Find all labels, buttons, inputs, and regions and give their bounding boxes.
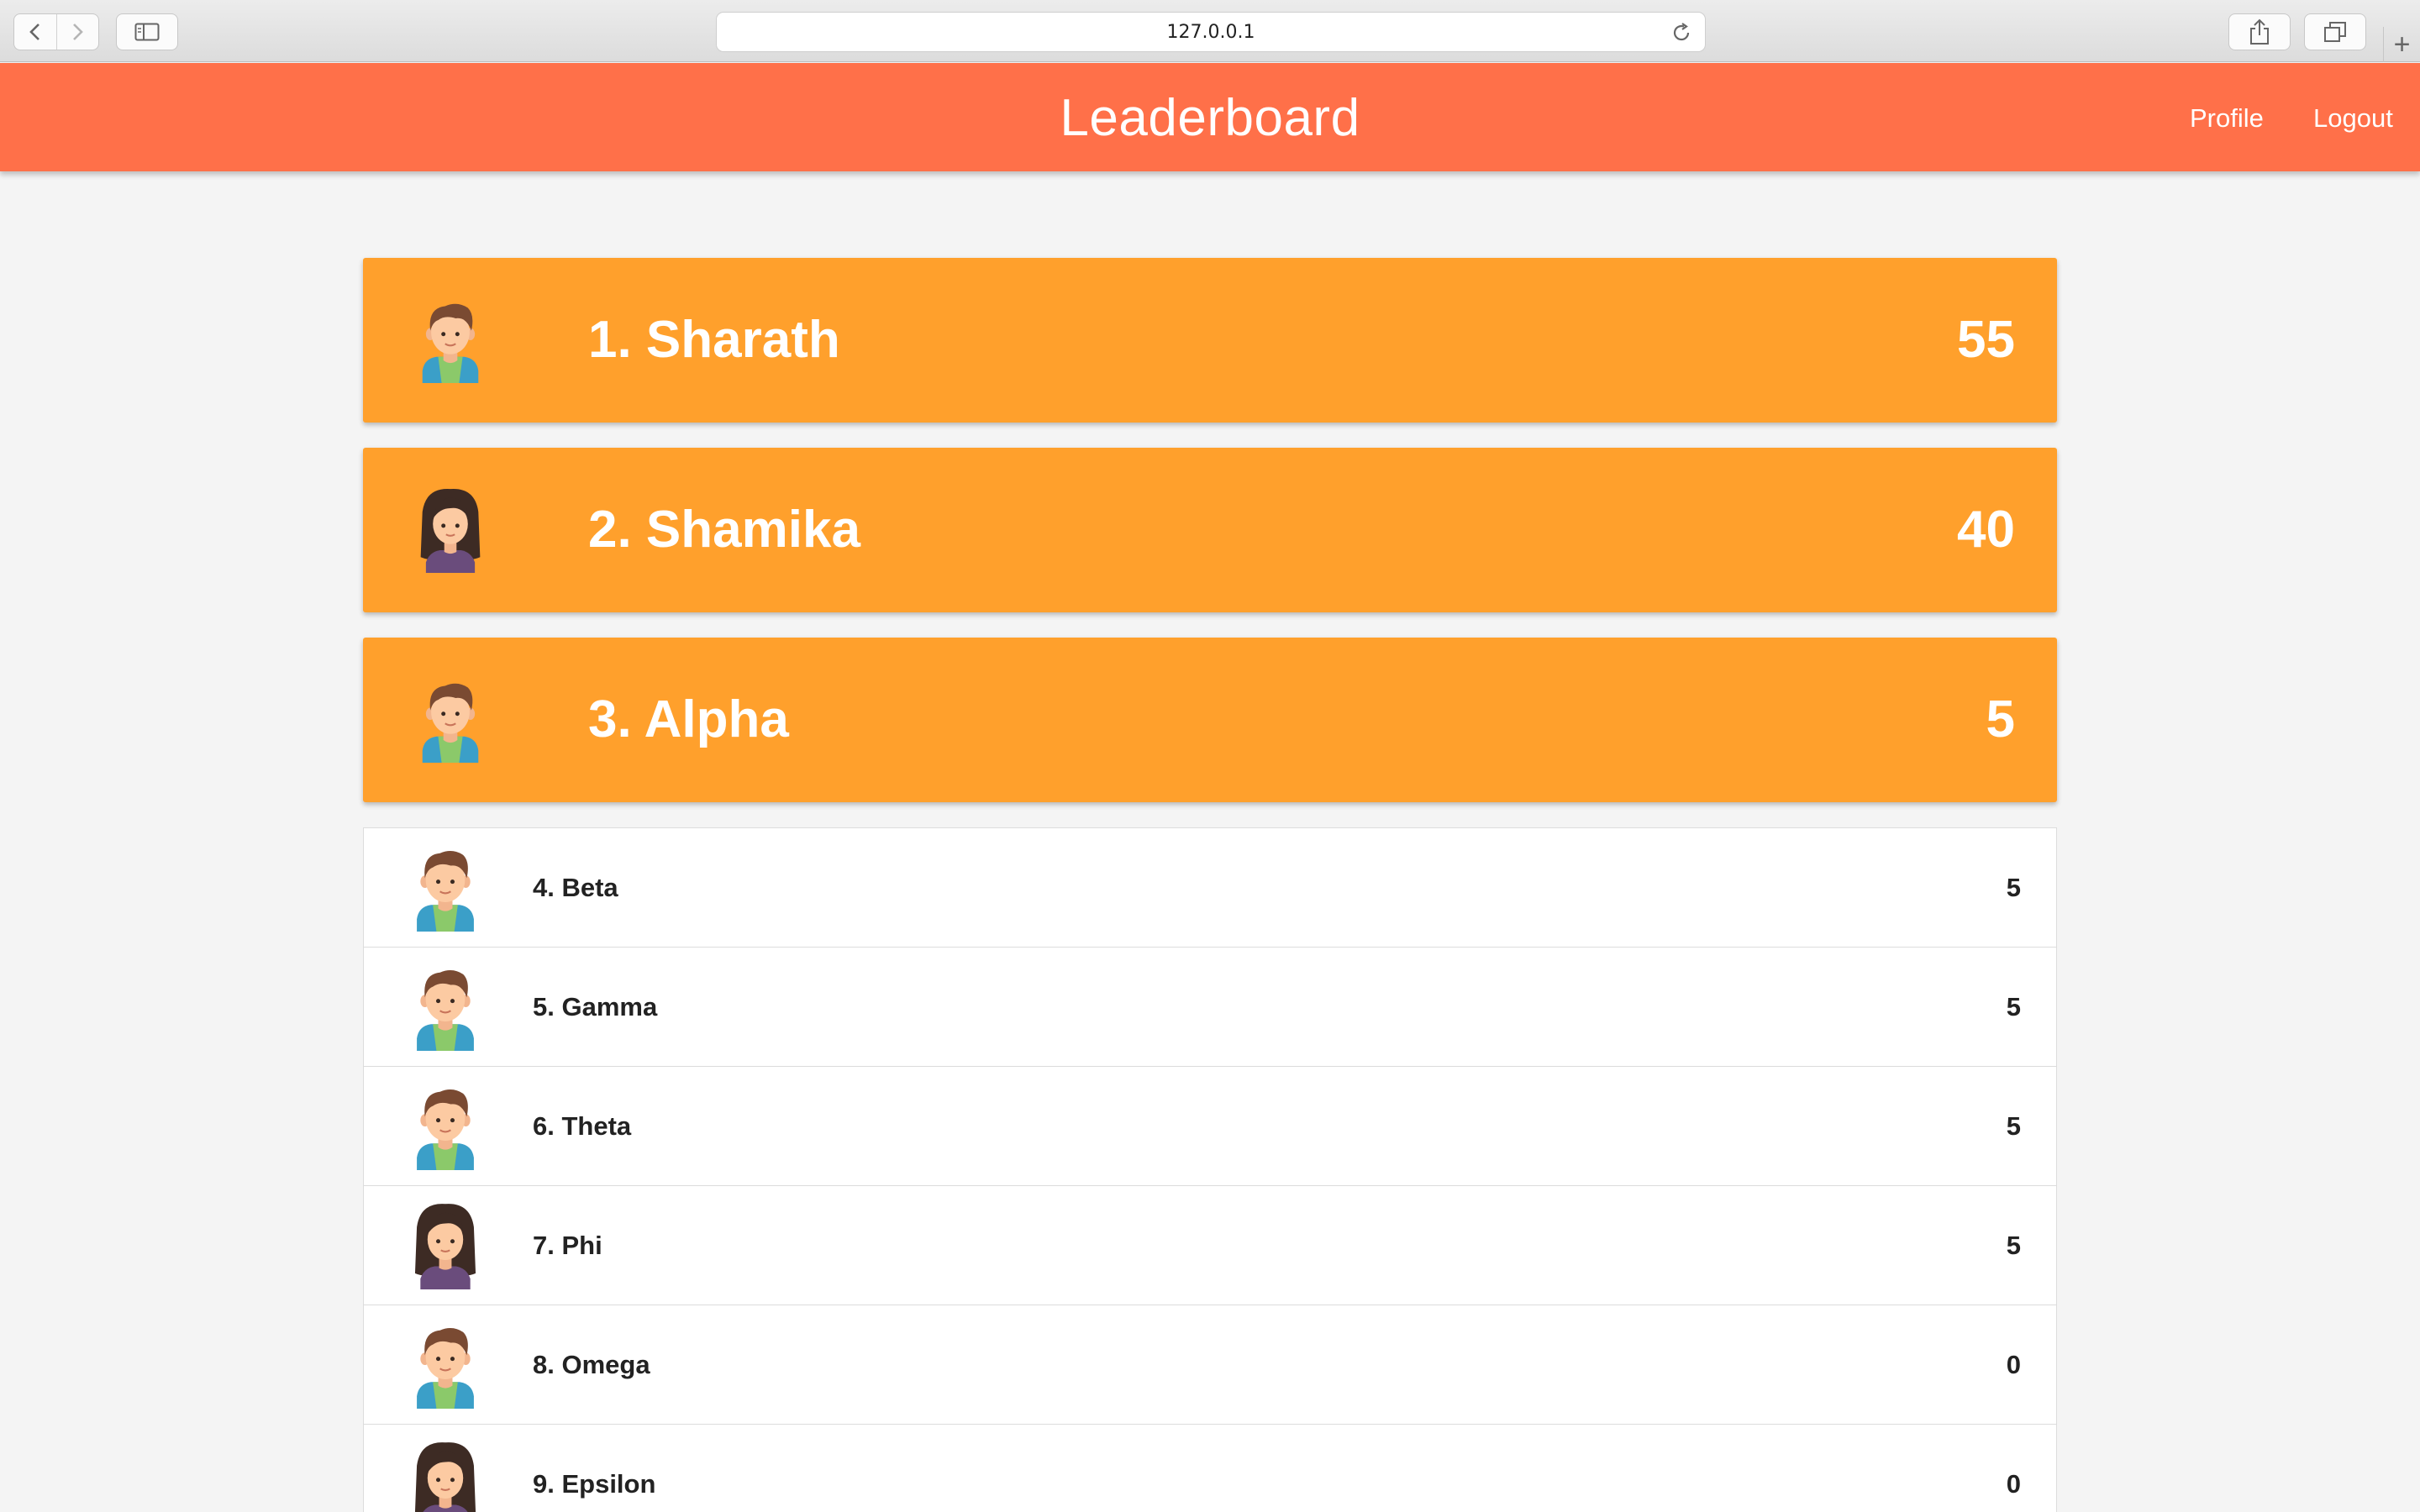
avatar: [401, 1320, 490, 1409]
share-icon[interactable]: [2228, 13, 2291, 50]
avatar: [407, 675, 494, 763]
forward-icon[interactable]: [55, 14, 99, 50]
sidebar-icon[interactable]: [116, 13, 178, 50]
leaderboard-top-card: 1. Sharath 55: [363, 258, 2057, 423]
profile-link[interactable]: Profile: [2190, 103, 2264, 134]
new-tab-icon[interactable]: +: [2383, 27, 2420, 62]
url-text: 127.0.0.1: [1166, 21, 1255, 43]
list-item: 9. Epsilon 0: [364, 1425, 2056, 1512]
player-score: 0: [2006, 1469, 2021, 1499]
leaderboard-top-card: 2. Shamika 40: [363, 448, 2057, 612]
avatar: [401, 843, 490, 932]
player-name: 4. Beta: [533, 873, 618, 902]
avatar: [401, 1439, 490, 1512]
player-score: 5: [2006, 1111, 2021, 1141]
browser-toolbar: 127.0.0.1 +: [0, 0, 2420, 62]
reload-icon[interactable]: [1670, 21, 1693, 45]
tabs-icon[interactable]: [2304, 13, 2366, 50]
avatar: [407, 296, 494, 383]
app-header: Leaderboard Profile Logout: [0, 63, 2420, 171]
player-name: 5. Gamma: [533, 992, 658, 1021]
player-name: 7. Phi: [533, 1231, 602, 1260]
leaderboard-top-card: 3. Alpha 5: [363, 638, 2057, 802]
player-name: 1. Sharath: [588, 311, 840, 369]
history-nav: [13, 13, 99, 50]
logout-link[interactable]: Logout: [2313, 103, 2393, 134]
address-bar[interactable]: 127.0.0.1: [716, 12, 1706, 52]
player-score: 40: [1957, 501, 2015, 559]
player-score: 5: [1986, 690, 2015, 748]
avatar: [407, 486, 494, 573]
list-item: 4. Beta 5: [364, 828, 2056, 948]
player-score: 5: [2006, 1231, 2021, 1260]
page-title: Leaderboard: [1060, 89, 1360, 147]
player-score: 55: [1957, 311, 2015, 369]
player-score: 5: [2006, 992, 2021, 1021]
back-icon[interactable]: [14, 14, 56, 50]
avatar: [401, 962, 490, 1051]
list-item: 8. Omega 0: [364, 1305, 2056, 1425]
avatar: [401, 1081, 490, 1170]
player-name: 9. Epsilon: [533, 1469, 656, 1499]
list-item: 7. Phi 5: [364, 1186, 2056, 1305]
leaderboard-list: 4. Beta 5 5. Gamma 5 6. Theta 5 7. Phi 5…: [363, 827, 2057, 1512]
player-score: 5: [2006, 873, 2021, 902]
player-name: 3. Alpha: [588, 690, 789, 748]
avatar: [401, 1200, 490, 1289]
player-score: 0: [2006, 1350, 2021, 1379]
list-item: 6. Theta 5: [364, 1067, 2056, 1186]
player-name: 6. Theta: [533, 1111, 632, 1141]
player-name: 2. Shamika: [588, 501, 860, 559]
list-item: 5. Gamma 5: [364, 948, 2056, 1067]
player-name: 8. Omega: [533, 1350, 650, 1379]
